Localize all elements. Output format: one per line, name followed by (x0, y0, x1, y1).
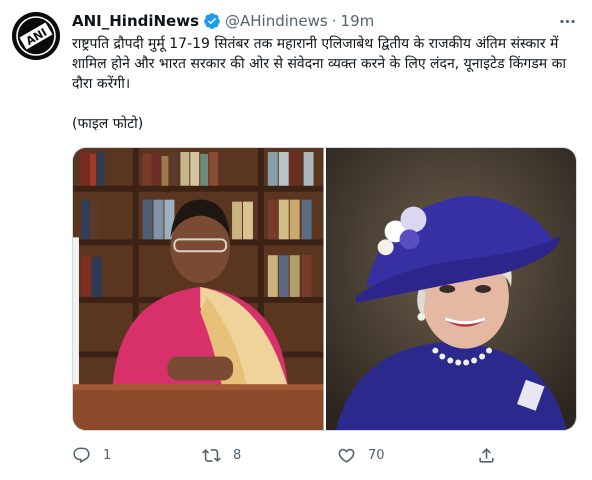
ani-logo: ANI (12, 12, 60, 60)
photo-queen[interactable] (325, 148, 576, 430)
retweet-count: 8 (233, 447, 242, 463)
tweet-actions: 1 8 70 (72, 444, 572, 466)
reply-icon (73, 447, 90, 463)
tweet[interactable]: ANI ANI_HindiNews @AHindinews · 19m राष्… (0, 0, 592, 480)
more-button[interactable] (556, 10, 578, 32)
share-icon (479, 447, 494, 463)
photo-president[interactable] (73, 148, 324, 430)
timestamp[interactable]: 19m (341, 12, 375, 30)
retweet-icon (202, 448, 221, 462)
verified-badge-icon (204, 13, 220, 29)
like-count: 70 (368, 447, 385, 463)
display-name[interactable]: ANI_HindiNews (72, 12, 199, 30)
share-button[interactable] (477, 446, 496, 465)
reply-button[interactable]: 1 (72, 446, 111, 465)
like-button[interactable]: 70 (337, 446, 385, 465)
handle[interactable]: @AHindinews (225, 12, 328, 30)
like-icon (338, 448, 355, 463)
tweet-caption: (फाइल फोटो) (72, 116, 144, 132)
separator: · (331, 12, 337, 30)
more-icon (559, 19, 575, 23)
tweet-text: राष्ट्रपति द्रौपदी मुर्मू 17-19 सितंबर त… (72, 34, 577, 134)
tweet-body: राष्ट्रपति द्रौपदी मुर्मू 17-19 सितंबर त… (72, 36, 566, 92)
avatar[interactable]: ANI (12, 12, 60, 60)
tweet-header: ANI_HindiNews @AHindinews · 19m (72, 10, 374, 32)
media-grid (72, 147, 577, 431)
retweet-button[interactable]: 8 (202, 446, 241, 465)
reply-count: 1 (103, 447, 112, 463)
